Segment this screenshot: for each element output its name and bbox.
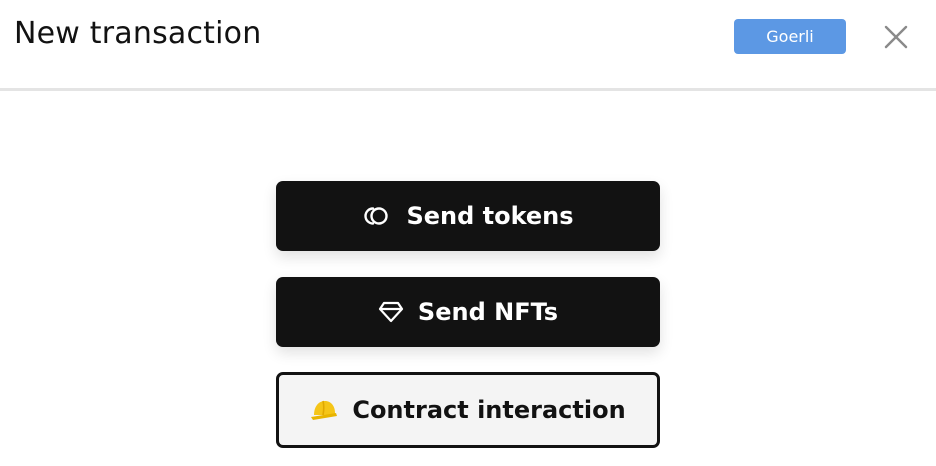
contract-interaction-label: Contract interaction	[352, 396, 626, 424]
network-chip: Goerli	[734, 19, 846, 54]
coins-icon	[362, 205, 392, 227]
send-tokens-button[interactable]: Send tokens	[276, 181, 660, 251]
send-nfts-label: Send NFTs	[417, 298, 559, 326]
dialog-title: New transaction	[14, 16, 262, 51]
send-nfts-button[interactable]: Send NFTs	[276, 277, 660, 347]
new-transaction-dialog: New transaction Goerli Send tokens Send …	[0, 0, 936, 466]
dialog-header: New transaction Goerli	[0, 0, 936, 91]
contract-interaction-button[interactable]: Contract interaction	[276, 372, 660, 448]
hard-hat-icon	[310, 398, 338, 422]
diamond-icon	[378, 300, 404, 324]
send-tokens-label: Send tokens	[406, 202, 574, 230]
close-button[interactable]	[880, 21, 912, 53]
close-icon	[884, 25, 908, 49]
